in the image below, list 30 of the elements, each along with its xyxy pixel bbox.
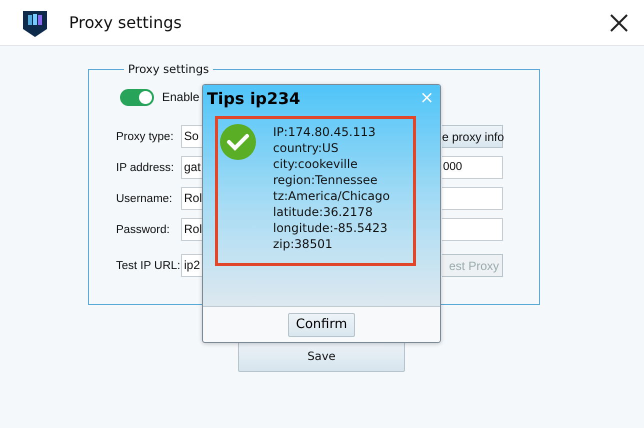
dialog-title: Tips ip234: [207, 88, 300, 108]
enable-toggle[interactable]: [120, 88, 154, 106]
input-field[interactable]: [442, 187, 503, 210]
field-label: Username:: [116, 192, 174, 204]
enable-label: Enable: [162, 90, 200, 104]
info-line: latitude:36.2178: [273, 204, 374, 220]
info-line: country:US: [273, 140, 340, 156]
info-line: zip:38501: [273, 236, 334, 252]
input-field[interactable]: So: [181, 125, 202, 148]
input-field[interactable]: Rol: [181, 187, 202, 210]
info-line: longitude:-85.5423: [273, 220, 389, 236]
window-title: Proxy settings: [69, 13, 183, 32]
info-line: IP:174.80.45.113: [273, 124, 377, 140]
group-title: Proxy settings: [127, 62, 210, 76]
confirm-button[interactable]: Confirm: [288, 312, 356, 336]
info-line: city:cookeville: [273, 156, 359, 172]
field-label: IP address:: [116, 162, 175, 174]
info-line: region:Tennessee: [273, 172, 379, 188]
field-label: Proxy type:: [116, 130, 175, 142]
input-field[interactable]: ip2: [181, 254, 202, 277]
input-field[interactable]: Rol: [181, 218, 202, 241]
input-field[interactable]: gat: [181, 156, 202, 179]
input-field[interactable]: [442, 218, 503, 241]
proxy-info-button[interactable]: e proxy info: [442, 125, 503, 148]
info-line: tz:America/Chicago: [273, 188, 390, 204]
input-field[interactable]: 000: [442, 156, 503, 179]
close-icon[interactable]: [608, 12, 630, 34]
field-label: Password:: [116, 224, 171, 236]
field-label: Test IP URL:: [116, 260, 181, 272]
check-icon: [220, 124, 256, 160]
